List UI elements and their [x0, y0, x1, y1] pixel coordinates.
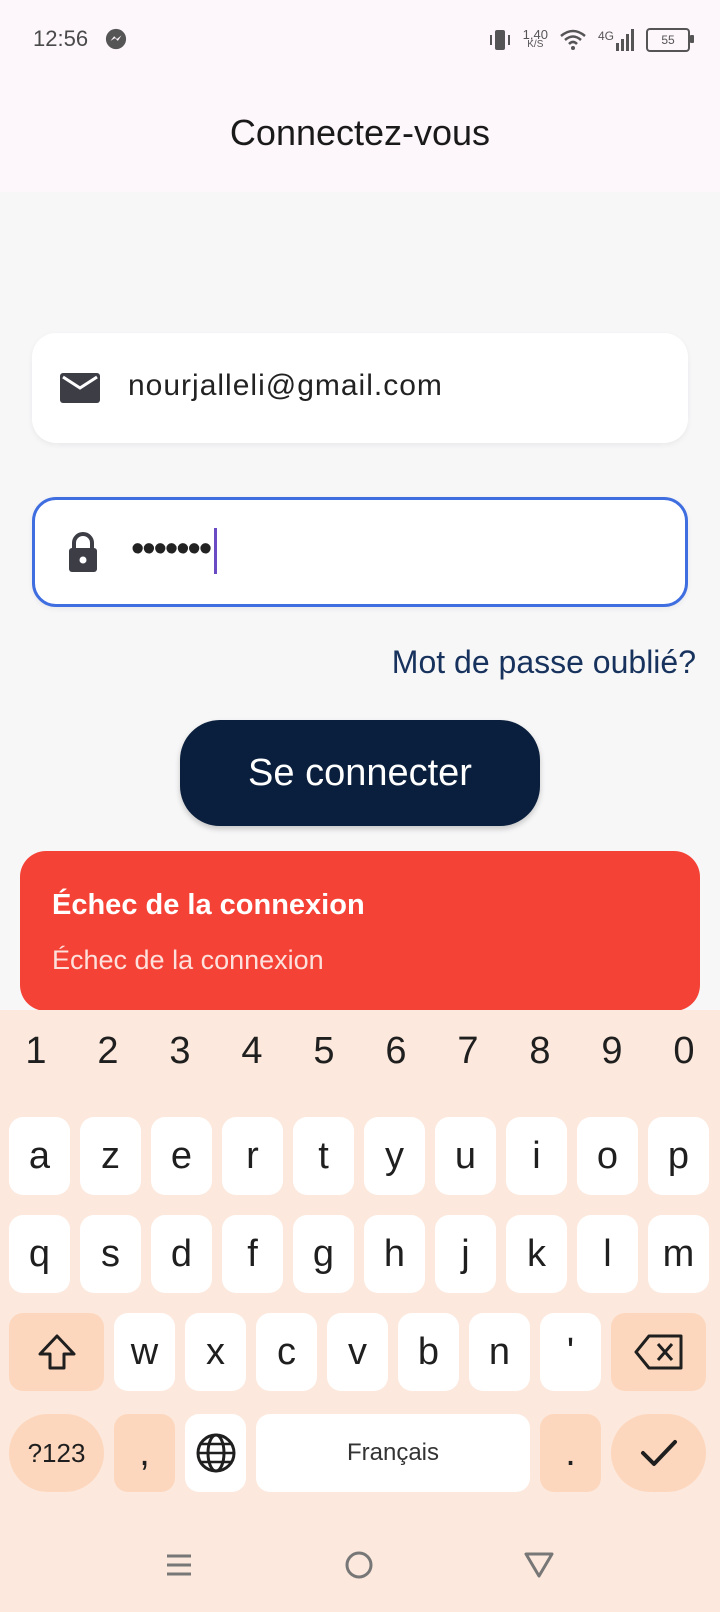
status-icons: 1,40 K/S 4G 55	[489, 24, 694, 56]
space-key[interactable]: Français	[256, 1414, 530, 1492]
symbols-key[interactable]: ?123	[9, 1414, 104, 1492]
system-nav-bar	[0, 1530, 720, 1600]
forgot-password-link[interactable]: Mot de passe oublié?	[392, 644, 696, 681]
snackbar-title: Échec de la connexion	[52, 889, 365, 921]
net-speed: 1,40 K/S	[522, 27, 548, 50]
key-g[interactable]: g	[293, 1215, 354, 1293]
home-icon[interactable]	[342, 1548, 376, 1582]
key-2[interactable]: 2	[72, 1030, 144, 1073]
key-o[interactable]: o	[577, 1117, 638, 1195]
key-apostrophe[interactable]: '	[540, 1313, 601, 1391]
password-value: •••••••	[131, 528, 218, 574]
key-4[interactable]: 4	[216, 1030, 288, 1073]
battery-icon: 55	[646, 28, 694, 52]
key-a[interactable]: a	[9, 1117, 70, 1195]
period-key[interactable]: .	[540, 1414, 601, 1492]
status-bar: 12:56 1,40 K/S 4G 55	[0, 0, 720, 80]
language-key[interactable]	[185, 1414, 246, 1492]
backspace-icon	[634, 1334, 682, 1370]
key-v[interactable]: v	[327, 1313, 388, 1391]
status-time: 12:56	[33, 26, 89, 51]
key-c[interactable]: c	[256, 1313, 317, 1391]
key-h[interactable]: h	[364, 1215, 425, 1293]
key-u[interactable]: u	[435, 1117, 496, 1195]
key-j[interactable]: j	[435, 1215, 496, 1293]
key-q[interactable]: q	[9, 1215, 70, 1293]
key-m[interactable]: m	[648, 1215, 709, 1293]
number-row: 1 2 3 4 5 6 7 8 9 0	[0, 1030, 720, 1073]
key-row-1: a z e r t y u i o p	[9, 1117, 709, 1195]
check-icon	[640, 1440, 677, 1466]
key-8[interactable]: 8	[504, 1030, 576, 1073]
key-row-3: w x c v b n '	[9, 1313, 706, 1391]
messenger-icon	[105, 28, 127, 50]
key-n[interactable]: n	[469, 1313, 530, 1391]
key-5[interactable]: 5	[288, 1030, 360, 1073]
globe-icon	[196, 1433, 235, 1473]
text-cursor	[214, 528, 218, 574]
key-row-2: q s d f g h j k l m	[9, 1215, 709, 1293]
key-w[interactable]: w	[114, 1313, 175, 1391]
key-z[interactable]: z	[80, 1117, 141, 1195]
enter-key[interactable]	[611, 1414, 706, 1492]
vibrate-icon	[489, 30, 510, 50]
login-button[interactable]: Se connecter	[180, 720, 540, 826]
key-b[interactable]: b	[398, 1313, 459, 1391]
key-s[interactable]: s	[80, 1215, 141, 1293]
shift-icon	[38, 1334, 75, 1370]
key-x[interactable]: x	[185, 1313, 246, 1391]
shift-key[interactable]	[9, 1313, 104, 1391]
back-icon[interactable]	[522, 1548, 556, 1582]
comma-key[interactable]: ,	[114, 1414, 175, 1492]
page-title: Connectez-vous	[229, 112, 491, 153]
key-9[interactable]: 9	[576, 1030, 648, 1073]
soft-keyboard: 1 2 3 4 5 6 7 8 9 0 a z e r t y u i o p …	[0, 1010, 720, 1612]
app-bar: Connectez-vous	[0, 80, 720, 192]
snackbar-message: Échec de la connexion	[52, 945, 324, 975]
mail-icon	[60, 373, 100, 403]
key-7[interactable]: 7	[432, 1030, 504, 1073]
key-l[interactable]: l	[577, 1215, 638, 1293]
lock-icon	[69, 532, 97, 572]
key-y[interactable]: y	[364, 1117, 425, 1195]
backspace-key[interactable]	[611, 1313, 706, 1391]
key-p[interactable]: p	[648, 1117, 709, 1195]
key-t[interactable]: t	[293, 1117, 354, 1195]
key-i[interactable]: i	[506, 1117, 567, 1195]
key-d[interactable]: d	[151, 1215, 212, 1293]
email-field[interactable]: nourjalleli@gmail.com	[32, 333, 688, 443]
key-f[interactable]: f	[222, 1215, 283, 1293]
key-e[interactable]: e	[151, 1117, 212, 1195]
email-value: nourjalleli@gmail.com	[128, 369, 443, 402]
wifi-icon	[560, 29, 586, 50]
signal-icon: 4G	[598, 29, 634, 51]
key-r[interactable]: r	[222, 1117, 283, 1195]
recents-icon[interactable]	[162, 1548, 196, 1582]
error-snackbar: Échec de la connexion Échec de la connex…	[20, 851, 700, 1011]
password-field[interactable]: •••••••	[32, 497, 688, 607]
key-3[interactable]: 3	[144, 1030, 216, 1073]
key-6[interactable]: 6	[360, 1030, 432, 1073]
key-0[interactable]: 0	[648, 1030, 720, 1073]
key-k[interactable]: k	[506, 1215, 567, 1293]
key-row-4: ?123 , Français .	[9, 1414, 706, 1492]
key-1[interactable]: 1	[0, 1030, 72, 1073]
